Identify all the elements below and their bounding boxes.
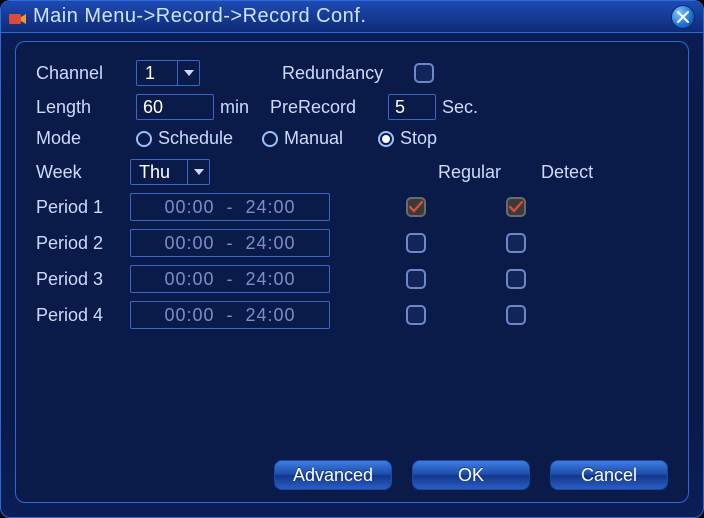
row-mode: Mode Schedule Manual Stop [36,128,668,149]
period-row-1: Period 100:00-24:00 [36,193,668,221]
period-detect-checkbox[interactable] [506,305,526,325]
mode-stop-option[interactable]: Stop [378,128,437,149]
period-row-2: Period 200:00-24:00 [36,229,668,257]
period-detect-checkbox[interactable] [506,269,526,289]
chevron-down-icon [177,61,199,85]
content-panel: Channel 1 Redundancy Length 60 min PreRe… [15,41,689,503]
label-sec: Sec. [442,97,478,118]
week-value: Thu [131,160,187,184]
period-row-3: Period 300:00-24:00 [36,265,668,293]
header-detect: Detect [541,162,593,183]
radio-schedule [136,131,152,147]
title-text: Main Menu->Record->Record Conf. [33,5,671,28]
titlebar: Main Menu->Record->Record Conf. [1,1,703,33]
label-length: Length [36,97,130,118]
footer-buttons: Advanced OK Cancel [274,460,668,490]
period-regular-checkbox[interactable] [406,269,426,289]
label-week: Week [36,162,130,183]
channel-dropdown[interactable]: 1 [136,60,200,86]
radio-stop [378,131,394,147]
period-label: Period 1 [36,197,130,218]
period-label: Period 2 [36,233,130,254]
row-channel: Channel 1 Redundancy [36,60,668,86]
mode-schedule-option[interactable]: Schedule [136,128,256,149]
advanced-button[interactable]: Advanced [274,460,392,490]
week-dropdown[interactable]: Thu [130,159,210,185]
mode-manual-option[interactable]: Manual [262,128,372,149]
label-channel: Channel [36,63,130,84]
channel-value: 1 [137,61,177,85]
period-regular-checkbox[interactable] [406,197,426,217]
label-redundancy: Redundancy [282,63,408,84]
record-conf-window: Main Menu->Record->Record Conf. Channel … [0,0,704,518]
row-length: Length 60 min PreRecord 5 Sec. [36,94,668,120]
chevron-down-icon [187,160,209,184]
radio-manual [262,131,278,147]
close-button[interactable] [671,5,695,29]
period-regular-checkbox[interactable] [406,305,426,325]
period-regular-checkbox[interactable] [406,233,426,253]
period-time-input[interactable]: 00:00-24:00 [130,265,330,293]
record-conf-icon [9,10,27,24]
label-mode: Mode [36,128,130,149]
close-icon [677,11,689,23]
period-label: Period 4 [36,305,130,326]
period-time-input[interactable]: 00:00-24:00 [130,229,330,257]
length-input[interactable]: 60 [136,94,214,120]
period-time-input[interactable]: 00:00-24:00 [130,193,330,221]
header-regular: Regular [438,162,501,183]
cancel-button[interactable]: Cancel [550,460,668,490]
period-detect-checkbox[interactable] [506,233,526,253]
label-prerecord: PreRecord [270,97,382,118]
redundancy-checkbox[interactable] [414,63,434,83]
period-time-input[interactable]: 00:00-24:00 [130,301,330,329]
period-label: Period 3 [36,269,130,290]
period-row-4: Period 400:00-24:00 [36,301,668,329]
label-min: min [220,97,264,118]
ok-button[interactable]: OK [412,460,530,490]
prerecord-input[interactable]: 5 [388,94,436,120]
period-detect-checkbox[interactable] [506,197,526,217]
row-week-header: Week Thu Regular Detect [36,159,668,185]
periods-container: Period 100:00-24:00Period 200:00-24:00Pe… [36,193,668,329]
